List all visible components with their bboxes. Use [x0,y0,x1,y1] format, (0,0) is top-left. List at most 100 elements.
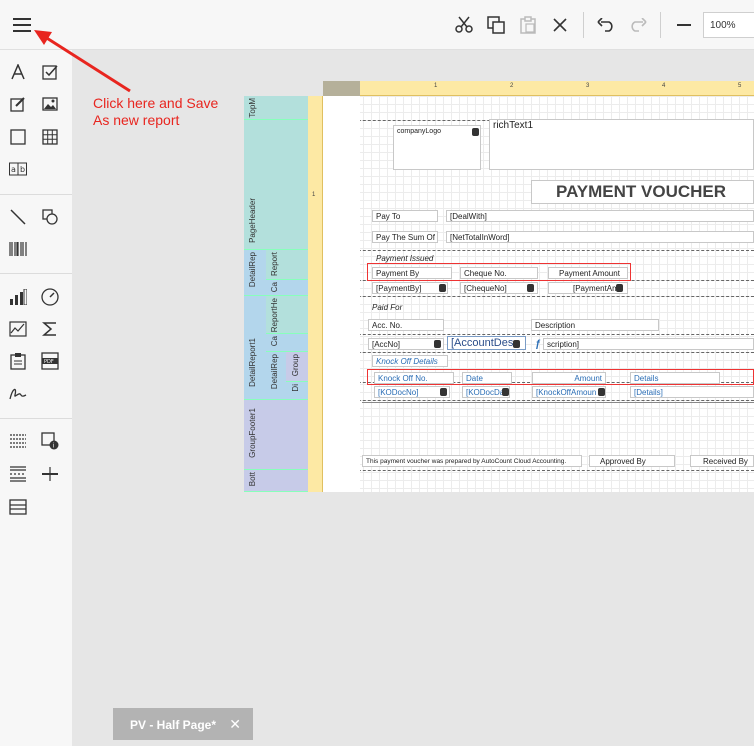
separator-line [362,402,754,403]
database-icon [434,340,441,348]
svg-text:PDF: PDF [44,359,54,365]
report-title[interactable]: PAYMENT VOUCHER [531,180,754,204]
cross-band-line-tool-icon[interactable] [39,463,61,485]
cheque-no-label[interactable]: Cheque No. [460,267,538,279]
paid-for-label[interactable]: Paid For [368,301,428,313]
ruler-mark-2: 2 [510,83,514,89]
knock-off-no-label[interactable]: Knock Off No. [374,372,454,384]
company-logo-picture[interactable]: companyLogo [393,125,481,170]
pay-sum-field[interactable]: [NetTotalInWord] [446,231,754,243]
database-icon [502,388,509,396]
knock-off-details-label[interactable]: Knock Off Details [372,355,448,367]
undo-icon[interactable] [594,13,618,37]
band-label-report-header: ReportHe [270,298,279,333]
ruler-mark-3: 3 [586,83,590,89]
annotation-text: Click here and Save As new report [93,95,218,129]
annotation-line-2: As new report [93,112,180,128]
annotation-line-1: Click here and Save [93,95,219,111]
svg-text:b: b [20,165,25,174]
acc-no-field[interactable]: [AccNo] [368,338,444,350]
band-labels: TopM PageHeader DetailRep Report Ca Deta… [244,96,308,492]
band-label-group: Group [291,354,300,377]
description-label[interactable]: Description [531,319,659,331]
band-group[interactable]: Group [286,352,308,382]
document-tab[interactable]: PV - Half Page* ✕ [113,708,253,740]
line-tool-icon[interactable] [7,206,29,228]
band-label-group-footer: GroupFooter1 [248,408,257,458]
zoom-input[interactable]: 100% [703,12,754,38]
amount-label[interactable]: Amount [532,372,606,384]
footer-note[interactable]: This payment voucher was prepared by Aut… [362,455,582,467]
pay-sum-label[interactable]: Pay The Sum Of [372,231,438,243]
signature-tool-icon[interactable] [7,382,29,404]
band-top-margin[interactable]: TopM [244,96,308,120]
ruler-mark-v1: 1 [312,192,316,198]
delete-icon[interactable] [548,13,572,37]
character-comb-tool-icon[interactable]: ab [7,158,29,180]
band-label-detail-report: DetailRep [248,252,257,288]
copy-icon[interactable] [484,13,508,37]
shape-tool-icon[interactable] [39,206,61,228]
acc-no-label[interactable]: Acc. No. [368,319,444,331]
pay-to-label[interactable]: Pay To [372,210,438,222]
band-di[interactable]: Di [286,382,308,400]
description-field[interactable]: scription] [543,338,754,350]
knockoffamount-field[interactable]: [KnockOffAmoun [532,386,606,398]
band-label-ca-2: Ca [270,336,279,347]
band-label-report: Report [270,252,279,277]
document-tab-label: PV - Half Page* [130,718,217,732]
band-group-footer[interactable]: GroupFooter1 [244,400,308,470]
received-by-label[interactable]: Received By [690,455,754,467]
toc-tool-icon[interactable] [7,430,29,452]
band-report-header[interactable]: ReportHe [266,296,308,334]
redo-icon[interactable] [626,13,650,37]
gauge-tool-icon[interactable] [39,286,61,308]
panel-tool-icon[interactable] [7,126,29,148]
barcode-tool-icon[interactable] [7,238,29,260]
details-field[interactable]: [Details] [630,386,754,398]
date-label[interactable]: Date [462,372,512,384]
band-label-detail-rep2: DetailRep [270,354,279,390]
close-icon[interactable]: ✕ [229,716,241,733]
database-icon [439,284,446,292]
label-tool-icon[interactable] [7,61,29,83]
payment-by-field[interactable]: [PaymentBy] [372,282,448,294]
cross-band-box-tool-icon[interactable] [7,496,29,518]
cut-icon[interactable] [452,13,476,37]
rich-text-tool-icon[interactable] [7,93,29,115]
band-detail-report[interactable]: DetailRep [244,250,266,296]
subreport-tool-icon[interactable]: i [39,430,61,452]
kodocno-field[interactable]: [KODocNo] [374,386,450,398]
sparkline-tool-icon[interactable] [7,318,29,340]
database-icon [440,388,447,396]
page-break-tool-icon[interactable] [7,463,29,485]
payment-amount-label[interactable]: Payment Amount [548,267,628,279]
band-report[interactable]: Report [266,250,308,280]
ruler-margin-shade [323,81,360,96]
band-detail-rep2[interactable]: DetailRep [266,352,286,400]
summary-tool-icon[interactable] [39,318,61,340]
details-label[interactable]: Details [630,372,720,384]
pdf-content-tool-icon[interactable]: PDF [39,350,61,372]
payment-by-label[interactable]: Payment By [372,267,452,279]
rich-text-box[interactable]: richText1 [489,119,754,170]
table-tool-icon[interactable] [39,126,61,148]
chart-tool-icon[interactable] [7,286,29,308]
band-bottom-margin[interactable]: Bott [244,470,308,492]
band-label-bottom: Bott [248,472,257,487]
band-ca[interactable]: Ca [266,280,308,296]
pay-to-field[interactable]: [DealWith] [446,210,754,222]
database-icon [472,128,479,136]
left-margin [323,96,360,492]
vertical-ruler [308,96,323,492]
band-detail-report1[interactable]: DetailReport1 [244,296,266,400]
rich-text-label: richText1 [493,120,534,131]
horizontal-ruler [323,81,754,96]
band-page-header[interactable]: PageHeader [244,120,308,250]
approved-by-label[interactable]: Approved By [589,455,675,467]
expression-icon[interactable]: ƒ [535,339,541,350]
page-info-tool-icon[interactable] [7,350,29,372]
zoom-out-icon[interactable] [672,13,696,37]
paste-icon[interactable] [516,13,540,37]
band-ca-2[interactable]: Ca [266,334,308,352]
